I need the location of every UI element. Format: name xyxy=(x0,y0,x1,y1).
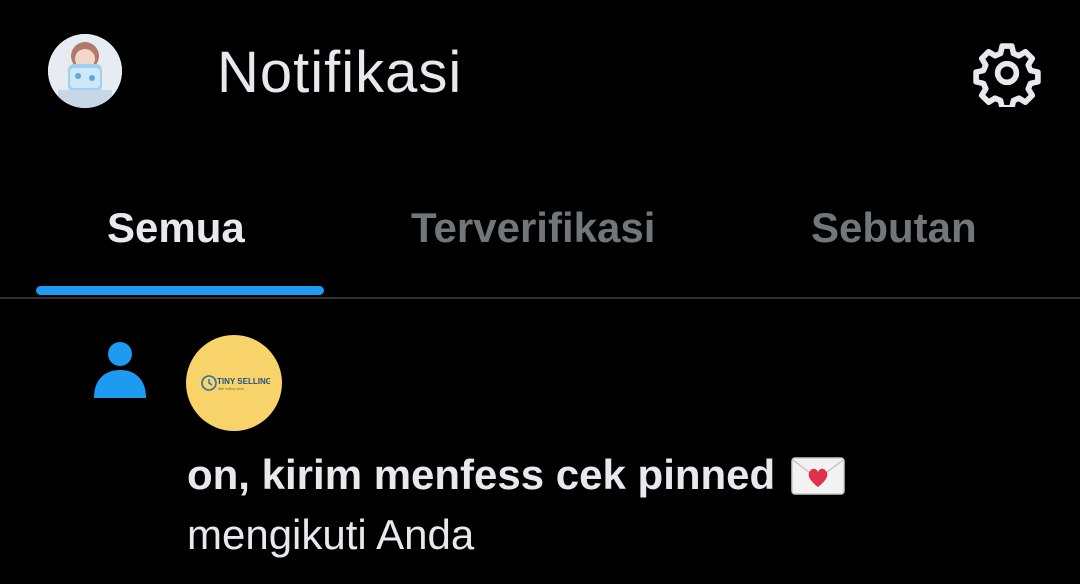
sender-display-name[interactable]: on, kirim menfess cek pinned xyxy=(187,450,845,500)
tab-sebutan-label: Sebutan xyxy=(811,204,977,251)
tab-terverifikasi[interactable]: Terverifikasi xyxy=(360,160,720,298)
gear-icon xyxy=(973,43,1041,111)
sender-name-text: on, kirim menfess cek pinned xyxy=(187,451,776,498)
tab-terverifikasi-label: Terverifikasi xyxy=(411,204,656,251)
tabs-divider xyxy=(0,297,1080,299)
notification-item[interactable]: TINY SELLING little selling store on, ki… xyxy=(0,300,1080,584)
tiny-selling-logo: TINY SELLING little selling store xyxy=(201,375,270,391)
love-letter-icon xyxy=(791,457,845,495)
notification-action-text: mengikuti Anda xyxy=(187,511,475,558)
page-title: Notifikasi xyxy=(217,40,463,105)
settings-button[interactable] xyxy=(973,39,1041,111)
tab-semua[interactable]: Semua xyxy=(0,160,360,298)
person-follow-icon xyxy=(94,342,146,398)
top-bar: Notifikasi xyxy=(0,0,1080,145)
active-tab-indicator xyxy=(36,286,324,295)
logo-line2: little selling store xyxy=(218,387,244,391)
tab-sebutan[interactable]: Sebutan xyxy=(720,160,1080,298)
logo-line1: TINY SELLING xyxy=(217,377,270,386)
notification-tabs: Semua Terverifikasi Sebutan xyxy=(0,160,1080,298)
sender-avatar[interactable]: TINY SELLING little selling store xyxy=(186,335,282,431)
profile-avatar[interactable] xyxy=(48,34,122,108)
profile-avatar-image xyxy=(48,34,122,108)
tab-semua-label: Semua xyxy=(107,204,245,251)
